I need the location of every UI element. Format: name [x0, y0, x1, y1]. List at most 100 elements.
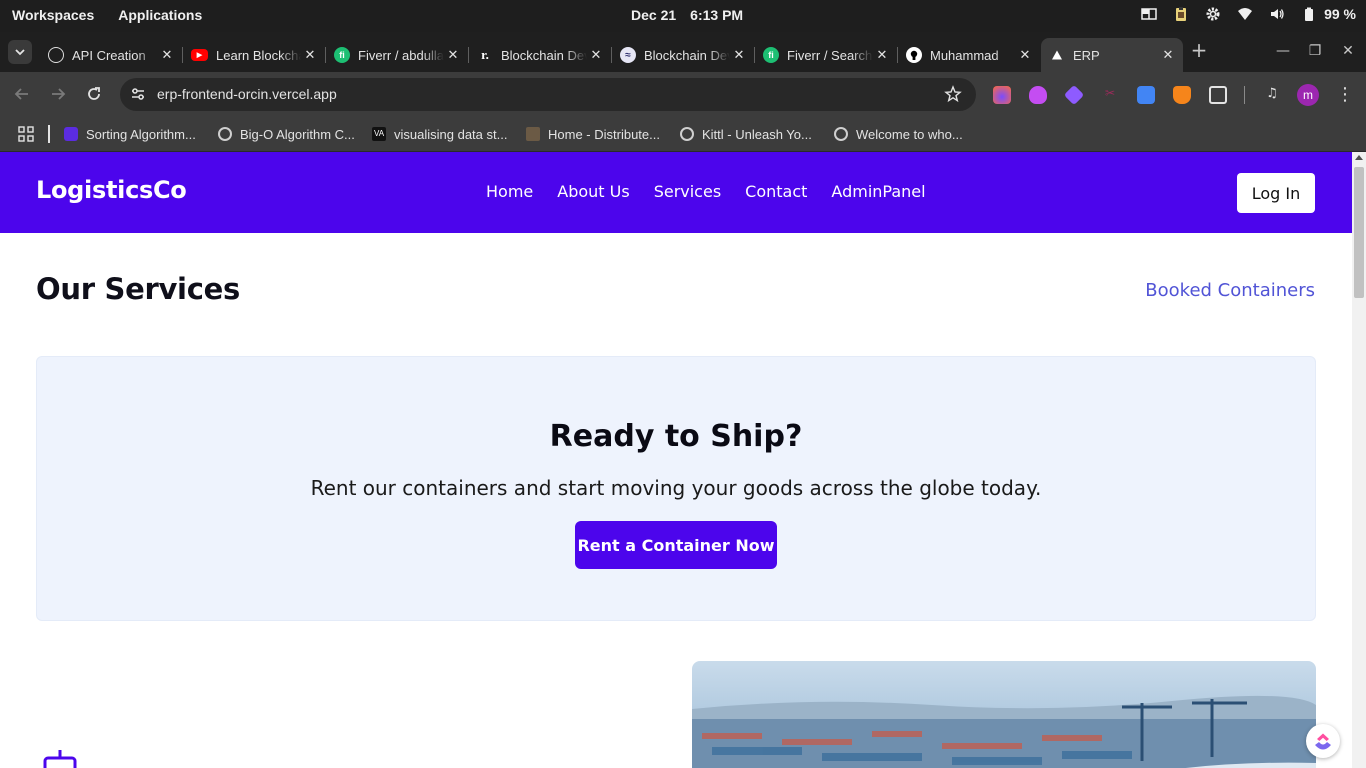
toolbar-divider	[1244, 86, 1245, 104]
volume-icon[interactable]	[1268, 5, 1286, 23]
extension-diamond-icon[interactable]	[1063, 84, 1085, 106]
wifi-icon[interactable]	[1236, 5, 1254, 23]
tab-title: API Creation	[72, 47, 146, 63]
restore-window-icon[interactable]: ❐	[1307, 43, 1323, 59]
tab-title: Fiverr / Search	[787, 47, 873, 63]
tab-search-button[interactable]	[8, 40, 32, 64]
close-tab-icon[interactable]: ✕	[587, 46, 605, 64]
bookmark-favicon	[64, 127, 78, 141]
github-icon	[906, 47, 922, 63]
scrollbar-thumb[interactable]	[1354, 167, 1364, 298]
bookmark-sorting-algorithm[interactable]: Sorting Algorithm...	[64, 124, 196, 144]
fiverr-icon: fi	[334, 47, 350, 63]
bookmark-label: Kittl - Unleash Yo...	[702, 126, 812, 142]
clickup-logo-icon	[1315, 733, 1331, 750]
close-tab-icon[interactable]: ✕	[1016, 46, 1034, 64]
bookmark-kittl[interactable]: Kittl - Unleash Yo...	[680, 124, 812, 144]
bookmarks-bar: Sorting Algorithm... Big-O Algorithm C..…	[0, 116, 1366, 152]
rent-container-button[interactable]: Rent a Container Now	[575, 521, 777, 569]
chat-widget-button[interactable]	[1306, 724, 1340, 758]
close-tab-icon[interactable]: ✕	[873, 46, 891, 64]
close-tab-icon[interactable]: ✕	[730, 46, 748, 64]
site-logo[interactable]: LogisticsCo	[36, 176, 187, 204]
booked-containers-link[interactable]: Booked Containers	[1145, 280, 1315, 301]
nav-contact[interactable]: Contact	[745, 182, 807, 201]
battery-percentage: 99 %	[1324, 6, 1356, 22]
bookmark-big-o[interactable]: Big-O Algorithm C...	[218, 124, 355, 144]
clock[interactable]: Dec 21 6:13 PM	[631, 7, 743, 23]
nav-about-us[interactable]: About Us	[557, 182, 629, 201]
page-scrollbar[interactable]	[1352, 152, 1366, 768]
container-icon	[43, 750, 77, 768]
bookmark-label: Home - Distribute...	[548, 126, 660, 142]
clock-date: Dec 21	[631, 7, 677, 23]
visualgo-icon: VA	[372, 127, 386, 141]
close-tab-icon[interactable]: ✕	[158, 46, 176, 64]
extension-cut-icon[interactable]: ✂	[1101, 86, 1119, 104]
minimize-window-icon[interactable]: —	[1275, 43, 1291, 59]
address-bar[interactable]: erp-frontend-orcin.vercel.app	[120, 78, 976, 111]
tab-title: Blockchain Developer	[644, 47, 730, 63]
chrome-menu-icon[interactable]: ⋮	[1336, 84, 1354, 106]
metamask-fox-icon[interactable]	[1173, 86, 1191, 104]
extensions-puzzle-icon[interactable]	[1209, 86, 1227, 104]
browser-toolbar: erp-frontend-orcin.vercel.app ✂ ♫	[0, 72, 1366, 116]
tab-title: Muhammad	[930, 47, 999, 63]
close-tab-icon[interactable]: ✕	[301, 46, 319, 64]
nav-home[interactable]: Home	[486, 182, 533, 201]
page-title: Our Services	[36, 272, 240, 306]
workspaces-menu[interactable]: Workspaces	[12, 7, 94, 23]
back-button[interactable]	[10, 82, 34, 106]
youtube-icon: ▶	[191, 49, 208, 61]
profile-avatar[interactable]: m	[1297, 84, 1319, 106]
media-control-icon[interactable]: ♫	[1263, 86, 1281, 104]
back-arrow-icon	[14, 88, 28, 100]
battery-icon[interactable]	[1300, 5, 1318, 23]
reload-button[interactable]	[82, 82, 106, 106]
globe-icon	[680, 127, 694, 141]
forward-button[interactable]	[46, 82, 70, 106]
translate-extension-icon[interactable]	[1137, 86, 1155, 104]
tab-blockchain-dev[interactable]: r. Blockchain Dev ✕	[469, 38, 612, 72]
page-viewport: LogisticsCo Home About Us Services Conta…	[0, 152, 1352, 768]
nav-admin-panel[interactable]: AdminPanel	[831, 182, 925, 201]
main-nav: Home About Us Services Contact AdminPane…	[486, 182, 926, 201]
extension-purple-icon[interactable]	[1029, 86, 1047, 104]
scroll-up-arrow-icon[interactable]	[1355, 155, 1363, 160]
url-text[interactable]: erp-frontend-orcin.vercel.app	[157, 86, 337, 102]
bookmark-welcome[interactable]: Welcome to who...	[834, 124, 963, 144]
system-top-bar: Workspaces Applications Dec 21 6:13 PM 9…	[0, 0, 1366, 32]
apps-grid-icon[interactable]	[18, 126, 34, 142]
tab-fiverr-search[interactable]: fi Fiverr / Search ✕	[755, 38, 898, 72]
tab-strip: API Creation ✕ ▶ Learn Blockchain ✕ fi F…	[0, 32, 1366, 72]
bookmark-label: Sorting Algorithm...	[86, 126, 196, 142]
nav-services[interactable]: Services	[654, 182, 721, 201]
globe-icon	[218, 127, 232, 141]
close-tab-icon[interactable]: ✕	[444, 46, 462, 64]
tab-erp[interactable]: ERP ✕	[1041, 38, 1183, 72]
site-info-icon[interactable]	[130, 86, 146, 102]
bookmark-visualising-data[interactable]: VA visualising data st...	[372, 124, 507, 144]
clipboard-icon[interactable]	[1172, 5, 1190, 23]
tab-api-creation[interactable]: API Creation ✕	[40, 38, 183, 72]
cta-text: Rent our containers and start moving you…	[310, 476, 1042, 500]
login-button[interactable]: Log In	[1237, 173, 1315, 213]
extension-flame-icon[interactable]	[993, 86, 1011, 104]
person-favicon	[526, 127, 540, 141]
window-layout-icon[interactable]	[1140, 5, 1158, 23]
bookmark-label: visualising data st...	[394, 126, 508, 142]
tab-fiverr-abdullah[interactable]: fi Fiverr / abdullah ✕	[326, 38, 469, 72]
bookmark-distributed[interactable]: Home - Distribute...	[526, 124, 660, 144]
bookmark-star-icon[interactable]	[944, 85, 962, 103]
close-window-icon[interactable]: ✕	[1340, 43, 1356, 59]
bookmark-label: Welcome to who...	[856, 126, 963, 142]
new-tab-plus-icon[interactable]: +	[1190, 40, 1208, 60]
tab-muhammad-github[interactable]: Muhammad ✕	[898, 38, 1040, 72]
vercel-icon	[1049, 47, 1065, 63]
tab-learn-blockchain[interactable]: ▶ Learn Blockchain ✕	[183, 38, 326, 72]
close-tab-icon[interactable]: ✕	[1159, 46, 1177, 64]
applications-menu[interactable]: Applications	[118, 7, 202, 23]
tab-title: Fiverr / abdullah	[358, 47, 444, 63]
tab-blockchain-developer[interactable]: ≈ Blockchain Developer ✕	[612, 38, 755, 72]
settings-gear-icon[interactable]	[1204, 5, 1222, 23]
